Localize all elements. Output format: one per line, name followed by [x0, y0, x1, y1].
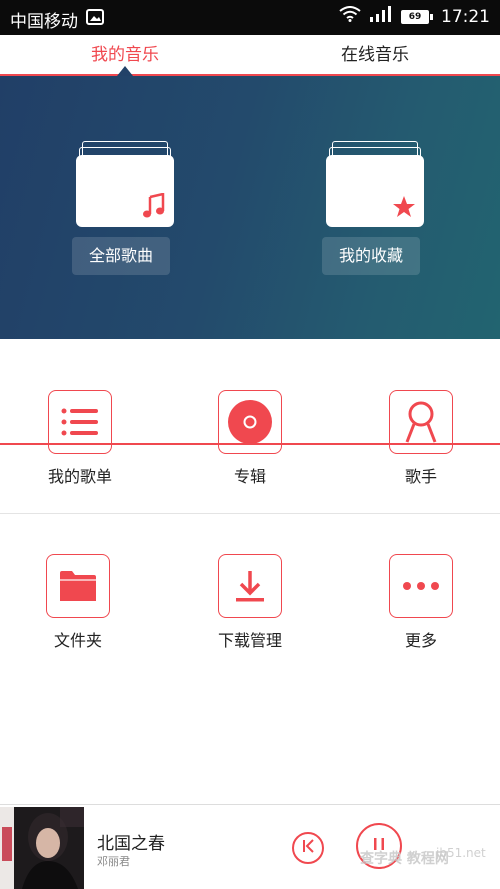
star-icon	[392, 195, 416, 223]
all-songs-folder-icon	[76, 141, 174, 229]
tab-caret	[117, 66, 133, 76]
download-manager-label: 下载管理	[217, 631, 282, 650]
previous-icon	[300, 838, 316, 858]
album-cover-image[interactable]	[0, 807, 84, 889]
watermark-site: jb51.net	[436, 846, 486, 860]
status-left: 中国移动	[10, 7, 104, 32]
more-icon	[389, 554, 453, 618]
music-note-icon	[142, 192, 166, 223]
more-entry[interactable]: 更多	[366, 554, 476, 651]
download-icon	[218, 554, 282, 618]
favorites-folder-icon	[326, 141, 424, 229]
carrier-label: 中国移动	[10, 12, 78, 32]
battery-level: 69	[401, 9, 429, 24]
more-label: 更多	[404, 631, 437, 650]
status-right: 69 17:21	[339, 6, 490, 27]
folder-label: 文件夹	[53, 631, 102, 650]
hero-banner: 全部歌曲 我的收藏	[0, 76, 500, 339]
clock: 17:21	[441, 6, 490, 27]
tab-online-music[interactable]: 在线音乐	[250, 35, 500, 76]
status-bar: 中国移动 69 17:21	[0, 0, 500, 35]
row-divider	[0, 513, 500, 514]
favorites-entry[interactable]: 我的收藏	[322, 141, 426, 275]
signal-icon	[369, 6, 393, 27]
download-manager-entry[interactable]: 下载管理	[195, 554, 305, 651]
red-guide-line	[0, 443, 500, 445]
all-songs-entry[interactable]: 全部歌曲	[72, 141, 176, 275]
battery-icon: 69	[401, 9, 433, 24]
mini-player[interactable]: 北国之春 邓丽君	[0, 804, 500, 889]
singer-entry[interactable]: 歌手	[366, 390, 476, 487]
previous-track-button[interactable]	[292, 832, 324, 864]
album-entry[interactable]: 专辑	[195, 390, 305, 487]
song-title: 北国之春	[97, 834, 165, 854]
all-songs-label[interactable]: 全部歌曲	[72, 237, 170, 275]
my-playlists-label: 我的歌单	[47, 467, 112, 486]
singer-label: 歌手	[404, 467, 437, 486]
my-playlists-entry[interactable]: 我的歌单	[25, 390, 135, 487]
folder-icon	[46, 554, 110, 618]
favorites-label[interactable]: 我的收藏	[322, 237, 420, 275]
album-label: 专辑	[233, 467, 266, 486]
song-artist: 邓丽君	[97, 855, 130, 868]
wifi-icon	[339, 6, 361, 27]
image-notification-icon	[86, 9, 104, 30]
tab-bar: 我的音乐 在线音乐	[0, 35, 500, 76]
folder-entry[interactable]: 文件夹	[23, 554, 133, 651]
